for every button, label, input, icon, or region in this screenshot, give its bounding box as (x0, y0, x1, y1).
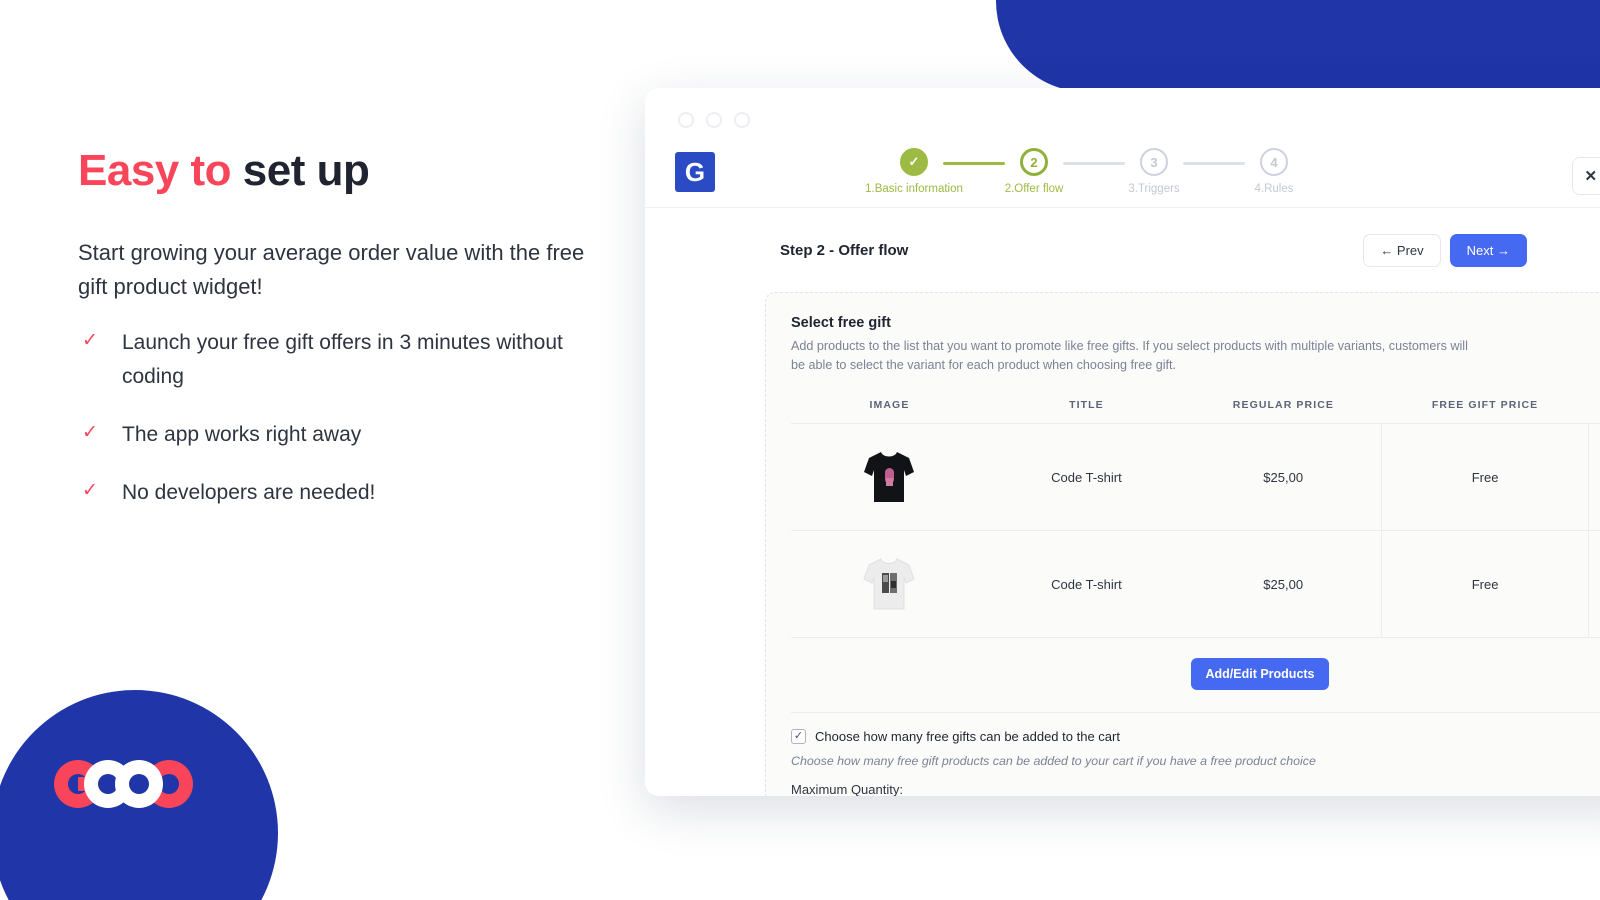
column-header-actions (1588, 391, 1600, 424)
cell-free-gift-price: Free (1381, 423, 1589, 531)
step-number-badge: ✓ (900, 148, 928, 176)
stepper-connector (1063, 162, 1125, 165)
app-body: Step 2 - Offer flow ← Prev Next → Select… (645, 208, 1600, 796)
step-label: 2.Offer flow (1004, 183, 1064, 195)
step-label: 4.Rules (1254, 183, 1294, 195)
subheadline: Start growing your average order value w… (78, 240, 585, 299)
table-row: Code T-shirt $25,00 Free (791, 423, 1600, 531)
step-header: Step 2 - Offer flow ← Prev Next → (645, 208, 1600, 267)
headline-rest: set up (242, 146, 370, 195)
check-icon: ✓ (82, 422, 98, 443)
window-chrome (645, 88, 1600, 144)
step-label: 1.Basic information (865, 183, 963, 195)
cell-title: Code T-shirt (987, 530, 1185, 638)
card-description: Add products to the list that you want t… (791, 339, 1468, 372)
app-topbar: G ✓ 1.Basic information 2 2.Offer flow 3… (645, 144, 1600, 208)
column-header-image: IMAGE (791, 391, 988, 424)
column-header-regular-price: REGULAR PRICE (1184, 391, 1382, 424)
screenshot-root: Easy to set up Start growing your averag… (0, 0, 1600, 900)
select-free-gift-card: Select free gift Add products to the lis… (765, 292, 1600, 796)
list-item: ✓ No developers are needed! (78, 476, 618, 510)
black-tshirt-icon (864, 452, 915, 502)
cell-title: Code T-shirt (987, 423, 1185, 531)
list-item-label: No developers are needed! (122, 481, 376, 504)
step-label: 3.Triggers (1128, 183, 1180, 195)
stepper-step-triggers[interactable]: 3 3.Triggers (1125, 148, 1183, 195)
stepper-connector (1183, 162, 1245, 165)
stepper-step-rules[interactable]: 4 4.Rules (1245, 148, 1303, 195)
page-title: Easy to set up (78, 146, 370, 196)
window-controls (678, 112, 750, 128)
column-header-title: TITLE (987, 391, 1185, 424)
step-title: Step 2 - Offer flow (780, 242, 909, 259)
add-edit-products-button[interactable]: Add/Edit Products (1191, 658, 1329, 690)
gooo-logo (54, 760, 193, 808)
headline-accent: Easy to (78, 146, 243, 195)
step-number-badge: 3 (1140, 148, 1168, 176)
list-item: ✓ The app works right away (78, 418, 618, 452)
maximum-quantity-label: Maximum Quantity: (791, 782, 903, 796)
stepper-step-offer-flow[interactable]: 2 2.Offer flow (1005, 148, 1063, 195)
wizard-nav-buttons: ← Prev Next → (1363, 234, 1527, 267)
free-gift-quantity-checkbox-row: ✓ Choose how many free gifts can be adde… (791, 729, 1600, 744)
free-gift-quantity-checkbox[interactable]: ✓ (791, 729, 806, 744)
cell-delete (1588, 530, 1600, 638)
window-control-close-icon[interactable] (678, 112, 694, 128)
cell-delete (1588, 423, 1600, 531)
cell-regular-price: $25,00 (1184, 423, 1383, 531)
card-title: Select free gift (791, 315, 891, 331)
step-number-badge: 2 (1020, 148, 1048, 176)
cell-image (791, 423, 988, 531)
check-icon: ✓ (82, 330, 98, 351)
add-edit-products-row: Add/Edit Products (791, 638, 1600, 713)
list-item: ✓ Launch your free gift offers in 3 minu… (78, 326, 618, 394)
topbar-actions: ✕ Publish (1571, 156, 1600, 196)
table-header-row: IMAGE TITLE REGULAR PRICE FREE GIFT PRIC… (791, 391, 1600, 424)
step-number-badge: 4 (1260, 148, 1288, 176)
decorative-blue-shape-top (996, 0, 1600, 92)
next-button[interactable]: Next → (1449, 234, 1527, 267)
product-thumbnail-wrap (791, 448, 988, 506)
list-item-label: The app works right away (122, 423, 362, 446)
brand-logo[interactable]: G (675, 152, 715, 192)
cell-regular-price: $25,00 (1184, 530, 1383, 638)
close-button[interactable]: ✕ (1571, 157, 1600, 195)
prev-button[interactable]: ← Prev (1363, 234, 1441, 267)
quantity-settings: ✓ Choose how many free gifts can be adde… (791, 713, 1600, 796)
table-row: Code T-shirt $25,00 Free (791, 530, 1600, 638)
column-header-free-gift-price: FREE GIFT PRICE (1381, 391, 1589, 424)
wizard-stepper: ✓ 1.Basic information 2 2.Offer flow 3 3… (865, 148, 1303, 195)
stepper-connector (943, 162, 1005, 165)
app-window: G ✓ 1.Basic information 2 2.Offer flow 3… (645, 88, 1600, 796)
white-tshirt-icon (863, 558, 916, 610)
cell-free-gift-price: Free (1381, 530, 1589, 638)
cell-image (791, 530, 988, 638)
window-control-maximize-icon[interactable] (734, 112, 750, 128)
window-control-minimize-icon[interactable] (706, 112, 722, 128)
stepper-step-basic-information[interactable]: ✓ 1.Basic information (865, 148, 963, 195)
benefit-list: ✓ Launch your free gift offers in 3 minu… (78, 326, 618, 534)
free-gift-quantity-helper-text: Choose how many free gift products can b… (791, 754, 1316, 768)
free-gift-quantity-checkbox-label: Choose how many free gifts can be added … (815, 729, 1120, 744)
check-icon: ✓ (82, 480, 98, 501)
free-gift-products-table: IMAGE TITLE REGULAR PRICE FREE GIFT PRIC… (791, 391, 1600, 638)
product-thumbnail-wrap (791, 555, 988, 613)
list-item-label: Launch your free gift offers in 3 minute… (122, 331, 563, 388)
